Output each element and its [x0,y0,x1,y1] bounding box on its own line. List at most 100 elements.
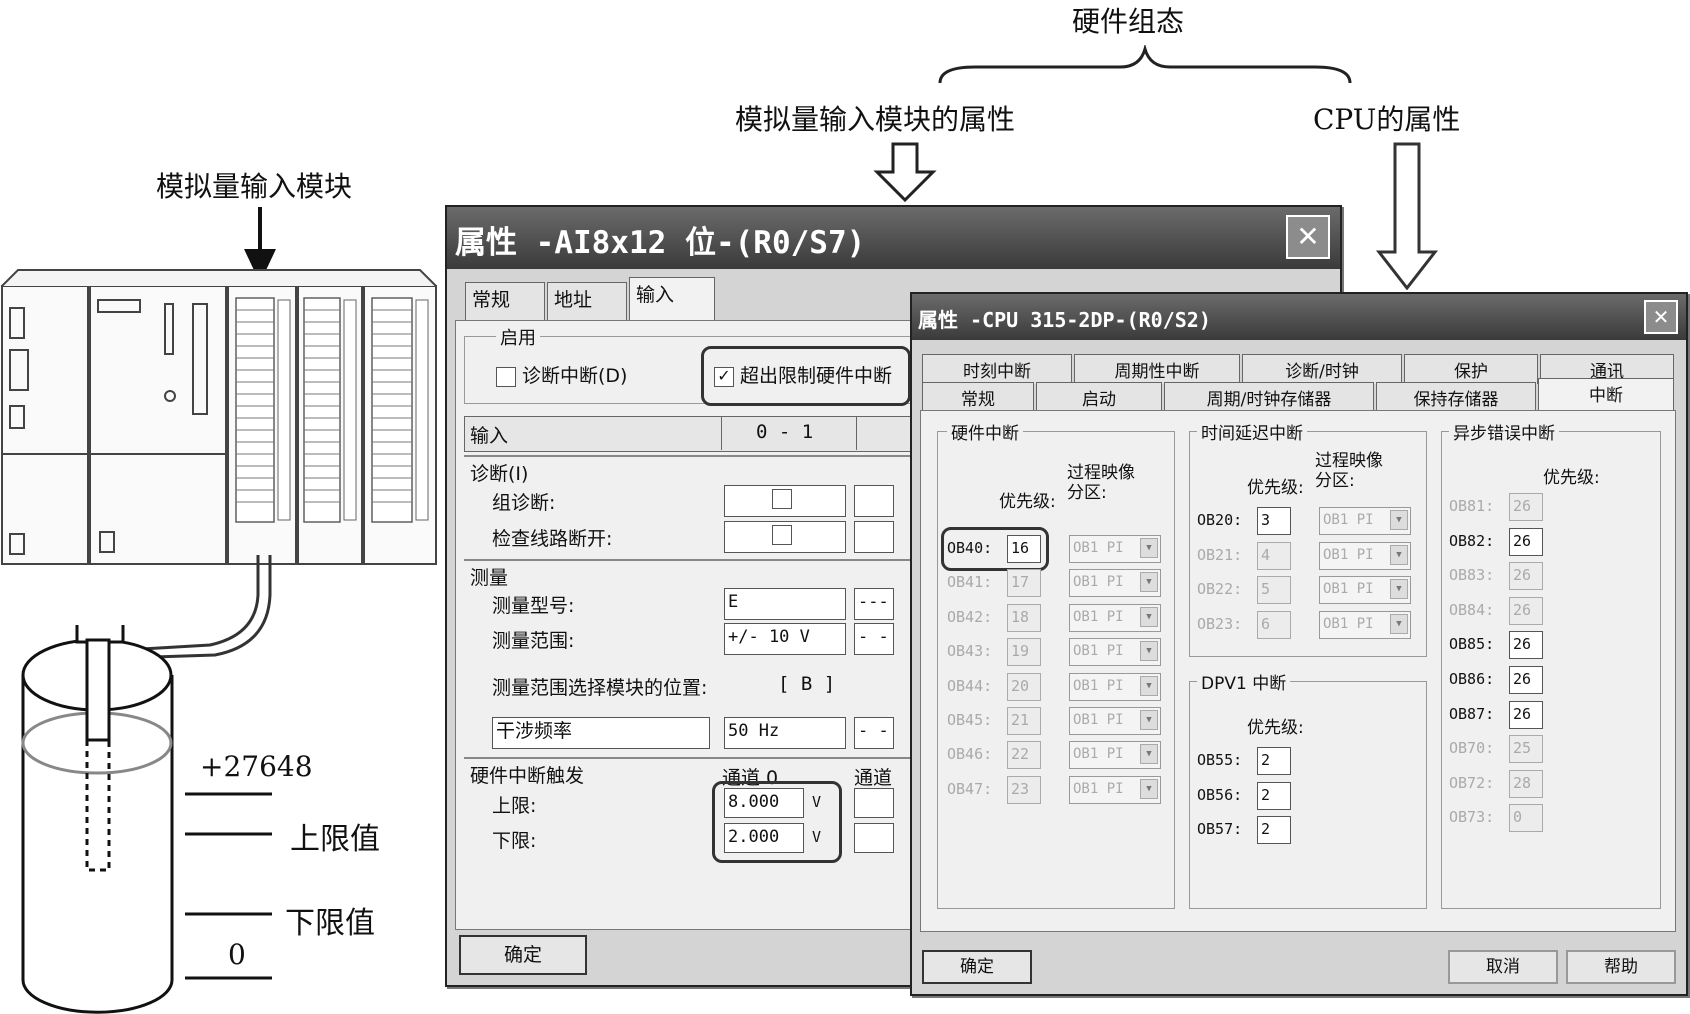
priority-input[interactable]: 3 [1257,507,1291,535]
process-image-value: OB1 PI [1073,608,1124,625]
priority-input: 25 [1509,735,1543,764]
hollow-arrow-down-icon [1375,142,1439,290]
cpu-props-label: CPU的属性 [1313,103,1461,136]
tab-general[interactable]: 常规 [922,382,1034,412]
delay-priority-header: 优先级: [1247,478,1304,498]
lower-limit-input[interactable]: 2.000 [724,823,804,853]
process-image-dropdown[interactable]: OB1 PI ▼ [1319,541,1411,570]
process-image-value: OB1 PI [1073,780,1124,797]
process-image-dropdown[interactable]: OB1 PI ▼ [1319,576,1411,604]
cpu-cancel-button[interactable]: 取消 [1448,950,1558,984]
tab-time-of-day-interrupt[interactable]: 时刻中断 [922,354,1072,384]
upper-limit-input[interactable]: 8.000 [724,788,804,818]
measure-type-field-ch2[interactable]: --- [854,588,894,620]
tab-cyclic-interrupt[interactable]: 周期性中断 [1074,354,1240,384]
hw-interrupt-rows: OB40: 16 OB1 PI ▼ OB41: 17 OB1 PI ▼ OB42: 18 OB1 P… [947,535,1167,885]
process-image-dropdown[interactable]: OB1 PI ▼ [1069,741,1161,770]
ob-label: OB41: [947,573,993,592]
limit-interrupt-checkbox[interactable]: ✓ 超出限制硬件中断 [714,361,892,388]
process-image-dropdown[interactable]: OB1 PI ▼ [1069,603,1161,632]
diag-interrupt-checkbox[interactable]: 诊断中断(D) [496,361,627,388]
process-image-dropdown[interactable]: OB1 PI ▼ [1069,775,1161,804]
wire-break-checkbox[interactable] [724,521,846,553]
tab-input[interactable]: 输入 [629,277,715,321]
hollow-arrow-down-icon [873,142,937,202]
cpu-dialog-titlebar[interactable]: 属性 -CPU 315-2DP-(R0/S2) ✕ [912,294,1686,340]
measure-range-label: 测量范围: [492,630,575,652]
limit-interrupt-label: 超出限制硬件中断 [740,365,893,387]
priority-input[interactable]: 16 [1007,535,1041,563]
group-diag-checkbox[interactable] [724,485,846,517]
enable-group-title: 启用 [496,324,540,350]
ob-label: OB20: [1197,511,1243,529]
tab-interrupts[interactable]: 中断 [1538,378,1674,412]
tab-diag-clock[interactable]: 诊断/时钟 [1242,354,1402,384]
process-image-dropdown[interactable]: OB1 PI ▼ [1069,535,1161,563]
process-image-dropdown[interactable]: OB1 PI ▼ [1069,672,1161,701]
chevron-down-icon: ▼ [1140,641,1158,662]
ob-label: OB22: [1197,580,1243,598]
measure-type-field[interactable]: E [724,588,846,620]
wire-break-checkbox-ch2[interactable] [854,521,894,553]
hw-pi-header: 过程映像分区: [1067,463,1135,503]
chevron-down-icon: ▼ [1140,572,1158,593]
tab-cycle-clock-memory[interactable]: 周期/时钟存储器 [1164,382,1374,412]
delay-interrupt-rows: OB20: 3 OB1 PI ▼ OB21: 4 OB1 PI ▼ OB22: 5 OB1 PI ▼ O… [1197,507,1417,647]
priority-input[interactable]: 26 [1509,666,1543,694]
tab-startup[interactable]: 启动 [1036,382,1162,412]
async-error-rows: OB81: 26 OB82: 26 OB83: 26 OB84: 26 OB85: 26 OB86:… [1449,493,1649,873]
ob-label: OB47: [947,779,993,798]
ai-dialog-title: 属性 -AI8x12 位-(R0/S7) [455,225,866,261]
ob-label: OB40: [947,539,993,557]
upper-limit-input-ch2[interactable] [854,788,894,818]
diag-interrupt-label: 诊断中断(D) [522,365,628,387]
priority-input[interactable]: 2 [1257,781,1291,810]
measure-range-field[interactable]: +/- 10 V [724,623,846,655]
async-priority-header: 优先级: [1543,468,1600,488]
process-image-dropdown[interactable]: OB1 PI ▼ [1069,638,1161,667]
cpu-ok-button[interactable]: 确定 [922,950,1032,984]
priority-input[interactable]: 2 [1257,816,1291,844]
process-image-value: OB1 PI [1323,581,1374,597]
diag-section-title: 诊断(I) [470,463,529,485]
cpu-help-button[interactable]: 帮助 [1566,950,1676,984]
process-image-value: OB1 PI [1323,615,1374,632]
tab-address[interactable]: 地址 [547,282,627,320]
interference-value-field[interactable]: 50 Hz [724,717,846,749]
group-diag-checkbox-ch2[interactable] [854,485,894,517]
process-image-dropdown[interactable]: OB1 PI ▼ [1319,507,1411,535]
ob-label: OB21: [1197,545,1243,564]
chevron-down-icon: ▼ [1390,510,1408,530]
priority-input[interactable]: 26 [1509,700,1543,729]
priority-input[interactable]: 26 [1509,527,1543,556]
ai-ok-button[interactable]: 确定 [459,935,587,975]
lower-limit-input-ch2[interactable] [854,823,894,853]
close-icon[interactable]: ✕ [1286,215,1330,259]
ob-label: OB45: [947,711,993,729]
process-image-dropdown[interactable]: OB1 PI ▼ [1069,569,1161,598]
process-image-dropdown[interactable]: OB1 PI ▼ [1069,707,1161,735]
interference-field: 干涉频率 [492,717,710,749]
ob-label: OB83: [1449,566,1495,585]
tab-general[interactable]: 常规 [465,282,545,320]
checkbox-icon [496,366,516,387]
checkbox-checked-icon: ✓ [714,366,734,387]
channel-next-label: 通道 [854,767,893,789]
priority-input: 23 [1007,775,1041,804]
measure-range-field-ch2[interactable]: - - [854,623,894,655]
hw-config-label: 硬件组态 [1072,5,1185,38]
close-icon[interactable]: ✕ [1644,300,1678,334]
tab-protection[interactable]: 保护 [1404,354,1538,384]
ob-label: OB43: [947,642,993,661]
ob-label: OB56: [1197,785,1243,804]
process-image-dropdown[interactable]: OB1 PI ▼ [1319,610,1411,639]
interference-value-field-ch2[interactable]: - - [854,717,894,749]
chevron-down-icon: ▼ [1140,675,1158,696]
priority-input: 5 [1257,576,1291,604]
ai-dialog-titlebar[interactable]: 属性 -AI8x12 位-(R0/S7) ✕ [447,207,1340,269]
priority-input[interactable]: 2 [1257,747,1291,775]
ob-label: OB42: [947,607,993,626]
tab-retentive-memory[interactable]: 保持存储器 [1376,382,1536,412]
input-header-label: 输入 [470,425,509,447]
priority-input[interactable]: 26 [1509,631,1543,660]
